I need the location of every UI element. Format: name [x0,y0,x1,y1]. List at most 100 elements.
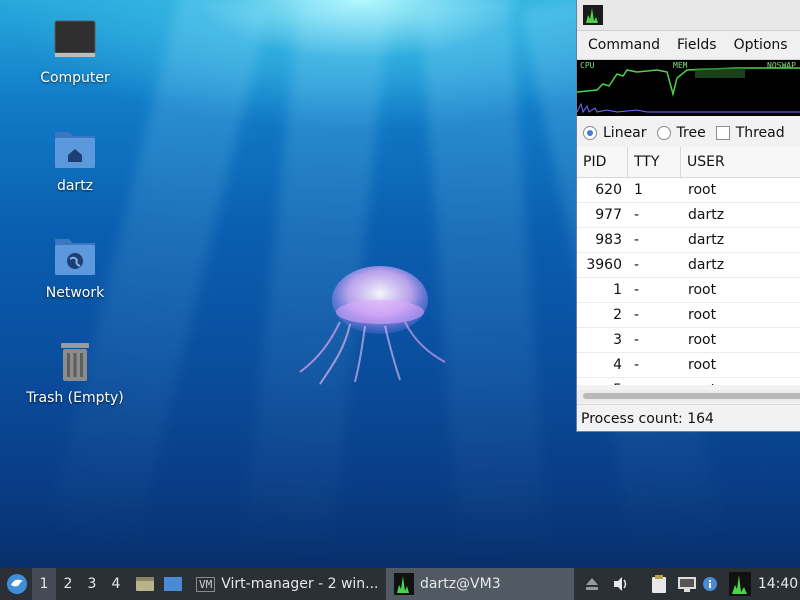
mode-tree[interactable]: Tree [656,125,706,141]
mode-linear-label: Linear [603,125,647,141]
cell-pid: 1 [613,282,622,298]
cell-user: root [688,182,717,198]
task-label: dartz@VM3 [420,576,501,592]
resource-graph: CPU MEM NOSWAP [577,60,800,116]
taskbar: 1 2 3 4 VM Virt-manager - 2 win... dartz… [0,568,800,600]
cell-tty: - [634,207,640,223]
cell-pid: 3960 [586,257,622,273]
cell-tty: - [634,282,640,298]
show-desktop-icon [164,577,182,591]
column-header-user[interactable]: USER [681,147,800,177]
cell-pid: 5 [577,378,628,385]
radio-linear[interactable] [583,126,597,140]
column-header-pid[interactable]: PID [577,147,628,177]
table-row[interactable]: 4 - root [577,353,800,378]
workspace-4[interactable]: 4 [104,568,128,600]
start-menu-button[interactable] [2,568,32,600]
workspace-2[interactable]: 2 [56,568,80,600]
radio-tree[interactable] [656,126,671,140]
info-icon [703,577,717,591]
tray-clipboard[interactable] [648,568,670,600]
process-monitor-icon [729,572,751,596]
menu-bar: Command Fields Options [577,31,800,60]
tray-process-monitor[interactable] [728,568,752,600]
window-titlebar[interactable] [577,0,800,31]
cell-tty: - [634,257,640,273]
table-row[interactable]: 2 - root [577,303,800,328]
cell-user: dartz [688,232,725,248]
desktop-icon-trash[interactable]: Trash (Empty) [15,338,135,406]
table-row[interactable]: 620 1 root [577,178,800,203]
scrollbar-thumb[interactable] [583,393,800,399]
cell-user: root [688,282,717,298]
table-row[interactable]: 977 - dartz [577,203,800,228]
view-mode-bar: Linear Tree Thread [577,116,800,150]
cell-tty: - [634,232,640,248]
table-row[interactable]: 3 - root [577,328,800,353]
cell-user: dartz [688,257,725,273]
file-manager-icon [136,577,154,591]
cell-tty: - [634,307,640,323]
cell-tty: - [634,332,640,348]
cell-pid: 977 [595,207,622,223]
desktop-icon-home[interactable]: dartz [15,126,135,194]
checkbox-thread[interactable] [715,126,730,140]
menu-command[interactable]: Command [588,37,660,53]
trash-icon [51,338,99,386]
process-monitor-window[interactable]: Command Fields Options CPU MEM NOSWAP Li… [576,0,800,432]
clock[interactable]: 14:40 [756,568,800,600]
desktop-icon-computer[interactable]: Computer [15,18,135,86]
cell-user: dartz [688,207,725,223]
home-folder-icon [51,126,99,174]
desktop-icon-label: Network [45,285,105,301]
workspace-1[interactable]: 1 [32,568,56,600]
cell-tty: 1 [634,182,643,198]
task-process-monitor[interactable]: dartz@VM3 [386,568,574,600]
tray-notifications[interactable] [701,568,719,600]
virt-manager-icon: VM [196,576,216,592]
eject-icon [586,578,598,590]
desktop-icon-label: Computer [40,70,110,86]
cell-user: root [688,332,717,348]
network-folder-icon [51,233,99,281]
volume-icon [614,577,627,591]
process-monitor-icon [583,5,603,25]
mode-thread[interactable]: Thread [715,125,785,141]
table-row[interactable]: 1 - root [577,278,800,303]
cell-user: root [688,307,717,323]
cell-tty: - [634,357,640,373]
table-header: PID TTY USER [577,147,800,178]
quicklaunch-file-manager[interactable] [133,568,157,600]
cell-user: root [688,357,717,373]
mode-tree-label: Tree [676,125,706,141]
process-table[interactable]: PID TTY USER 620 1 root 977 - dartz 983 … [577,147,800,385]
mode-linear[interactable]: Linear [583,125,647,141]
cell-pid: 3 [613,332,622,348]
column-header-tty[interactable]: TTY [628,147,681,177]
tray-network[interactable] [676,568,698,600]
computer-icon [51,18,99,66]
task-virt-manager[interactable]: VM Virt-manager - 2 win... [188,568,380,600]
tray-eject[interactable] [582,568,602,600]
task-label: Virt-manager - 2 win... [221,576,379,592]
desktop-icon-label: dartz [56,178,94,194]
table-row[interactable]: 3960 - dartz [577,253,800,278]
menu-fields[interactable]: Fields [677,37,717,53]
mode-thread-label: Thread [735,125,785,141]
process-count: Process count: 164 [581,410,714,427]
desktop-icon-label: Trash (Empty) [26,390,124,406]
clipboard-icon [652,575,666,593]
table-row[interactable]: 5 - root [577,378,800,385]
table-row[interactable]: 983 - dartz [577,228,800,253]
menu-options[interactable]: Options [734,37,788,53]
process-monitor-icon [394,573,414,595]
table-body: 620 1 root 977 - dartz 983 - dartz 3960 … [577,178,800,385]
horizontal-scrollbar[interactable] [577,390,800,402]
desktop-icon-network[interactable]: Network [15,233,135,301]
quicklaunch-show-desktop[interactable] [161,568,185,600]
cell-user: root [681,378,800,385]
cell-pid: 4 [613,357,622,373]
tray-volume[interactable] [610,568,632,600]
workspace-3[interactable]: 3 [80,568,104,600]
cell-tty: - [628,378,681,385]
